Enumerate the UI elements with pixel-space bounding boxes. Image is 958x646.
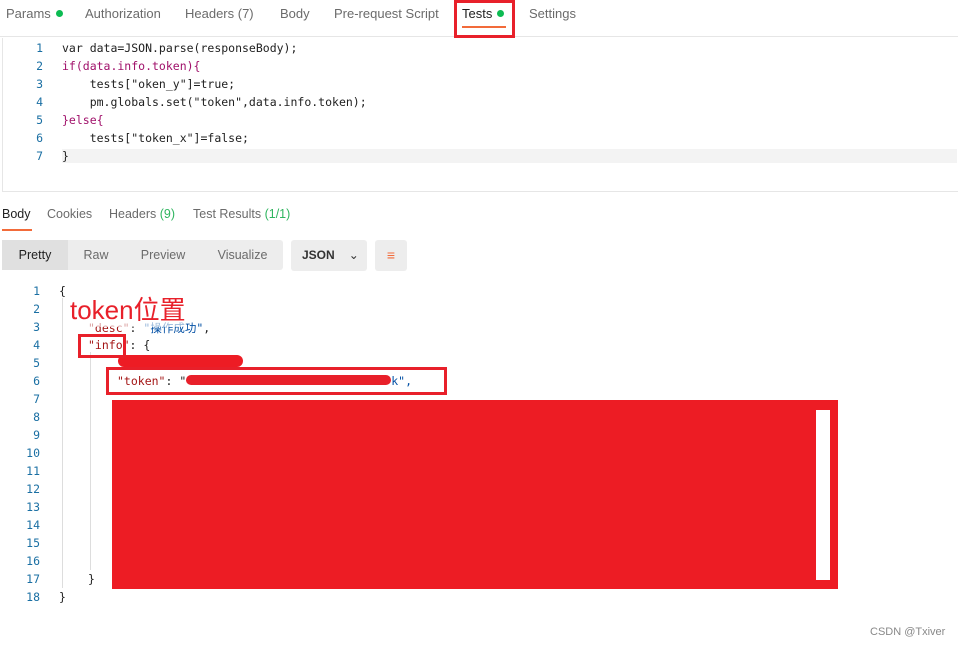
annotation-box-token [106,367,447,395]
code-line: tests["token_x"]=false; [62,131,249,145]
view-mode-selector: Pretty Raw Preview Visualize [2,240,283,270]
tab-cookies[interactable]: Cookies [47,207,92,221]
tab-label: Params [6,6,51,21]
tab-headers[interactable]: Headers (7) [185,6,254,21]
annotation-box-info [78,334,126,358]
view-raw[interactable]: Raw [68,240,124,270]
line-number: 6 [36,131,43,145]
redacted-line [118,355,243,367]
format-value: JSON [302,248,335,262]
code-line: if(data.info.token){ [62,59,201,73]
code-line: tests["oken_y"]=true; [62,77,236,91]
redacted-block [112,400,838,589]
code-line: { [59,284,66,298]
tests-editor[interactable]: 1 var data=JSON.parse(responseBody); 2 if(… [2,38,958,192]
format-dropdown[interactable]: JSON ⌄ [291,240,367,271]
chevron-down-icon: ⌄ [348,248,359,262]
line-number: 7 [36,149,43,163]
tab-label: Headers [109,207,157,221]
tab-label: Test Results [193,207,262,221]
watermark: CSDN @Txiver [870,626,946,638]
count-badge: (9) [159,207,176,221]
line-number: 5 [36,113,43,127]
active-tab-underline [2,229,32,231]
tab-body[interactable]: Body [280,6,310,21]
count-badge: (1/1) [264,207,291,221]
tab-test-results[interactable]: Test Results (1/1) [193,207,290,221]
code-line: }else{ [62,113,104,127]
annotation-label: token位置 [70,290,186,327]
line-number: 3 [36,77,43,91]
tab-params[interactable]: Params [6,6,63,21]
annotation-box-tests [454,0,515,38]
tab-authorization[interactable]: Authorization [85,6,161,21]
tab-response-body[interactable]: Body [2,207,31,221]
tab-settings[interactable]: Settings [529,6,576,21]
tab-pre-request-script[interactable]: Pre-request Script [334,6,439,21]
line-number: 4 [36,95,43,109]
status-dot-icon [55,10,63,17]
code-line: pm.globals.set("token",data.info.token); [62,95,367,109]
line-number: 2 [36,59,43,73]
view-preview[interactable]: Preview [124,240,202,270]
view-visualize[interactable]: Visualize [202,240,283,270]
line-number: 1 [36,41,43,55]
code-line: } [62,149,957,163]
tab-response-headers[interactable]: Headers (9) [109,207,175,221]
wrap-lines-icon[interactable]: ≡ [375,240,407,271]
redaction-gap [816,410,830,580]
code-line: var data=JSON.parse(responseBody); [62,41,298,55]
view-pretty[interactable]: Pretty [2,240,68,270]
